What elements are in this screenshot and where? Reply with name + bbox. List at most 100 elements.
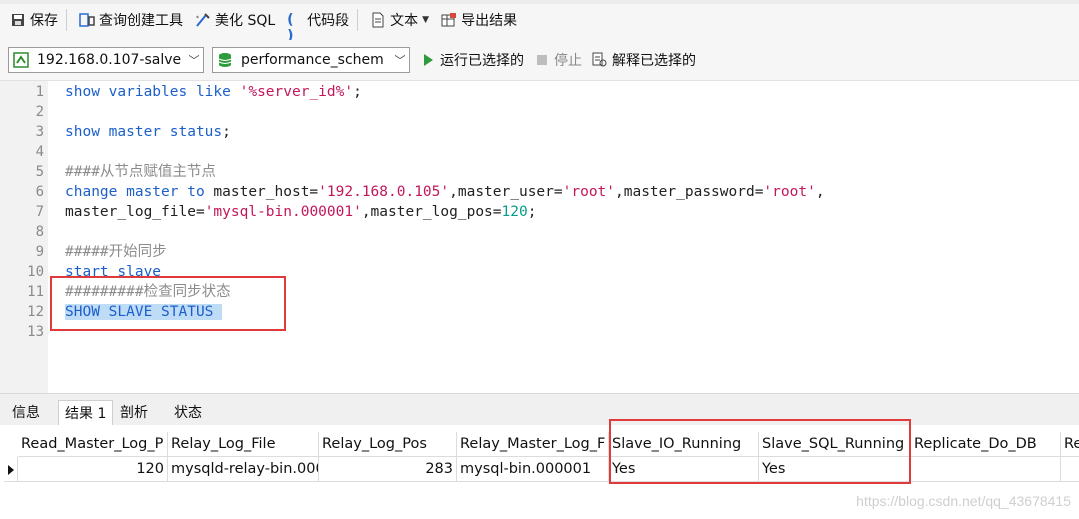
code-line[interactable]: 3 show master status; xyxy=(0,122,1079,142)
line-number: 1 xyxy=(35,84,44,100)
database-icon xyxy=(217,52,233,68)
column-header[interactable]: Re xyxy=(1061,432,1079,457)
column-header[interactable]: Slave_IO_Running xyxy=(609,432,759,457)
code-token: 'mysql-bin.000001' xyxy=(204,204,362,220)
code-token: ; xyxy=(222,124,231,140)
code-token: show master status xyxy=(65,124,223,140)
code-text: master_log_file='mysql-bin.000001',maste… xyxy=(65,202,536,222)
code-line[interactable]: 11 #########检查同步状态 xyxy=(0,282,1079,302)
export-results-label: 导出结果 xyxy=(461,13,518,29)
code-line[interactable]: 6 change master to master_host='192.168.0… xyxy=(0,182,1079,202)
line-number: 13 xyxy=(27,324,44,340)
code-token: SHOW SLAVE STATUS xyxy=(65,304,223,320)
save-button[interactable]: 保存 xyxy=(6,6,62,34)
code-token: show variables like xyxy=(65,84,240,100)
line-number: 3 xyxy=(35,124,44,140)
line-number: 5 xyxy=(35,164,44,180)
column-header[interactable]: Slave_SQL_Running xyxy=(759,432,911,457)
beautify-icon: * xyxy=(195,12,211,28)
toolbar-separator xyxy=(357,9,359,31)
explain-selected-label: 解释已选择的 xyxy=(612,53,696,69)
explain-selected-button[interactable]: 解释已选择的 xyxy=(592,50,696,70)
beautify-sql-label: 美化 SQL xyxy=(215,13,276,29)
chevron-down-icon: ▼ xyxy=(422,15,430,25)
table-cell[interactable] xyxy=(1061,457,1079,482)
toolbar-separator xyxy=(66,9,67,31)
table-cell[interactable]: 283 xyxy=(319,457,457,482)
column-header[interactable]: Replicate_Do_DB xyxy=(911,432,1061,457)
stop-icon xyxy=(534,52,550,68)
explain-icon xyxy=(592,52,608,68)
tab-status[interactable]: 状态 xyxy=(168,400,208,426)
code-line[interactable]: 13 xyxy=(0,322,1079,342)
snippet-icon: ( ) xyxy=(287,12,294,44)
column-header[interactable]: Relay_Log_Pos xyxy=(319,432,457,457)
tab-profile[interactable]: 剖析 xyxy=(114,400,154,426)
code-token: , xyxy=(815,184,825,200)
export-results-button[interactable]: 导出结果 xyxy=(437,6,521,34)
code-token: 'root' xyxy=(763,184,816,200)
line-number: 9 xyxy=(35,244,44,260)
table-cell[interactable]: mysql-bin.000001 xyxy=(457,457,609,482)
column-header[interactable]: Relay_Master_Log_F xyxy=(457,432,609,457)
code-token: '192.168.0.105' xyxy=(318,184,450,200)
code-text: start slave xyxy=(65,262,161,282)
export-grid-icon xyxy=(441,12,457,28)
column-header[interactable]: Read_Master_Log_P xyxy=(18,432,168,457)
connection-icon xyxy=(13,52,29,68)
code-token: 120 xyxy=(501,204,528,220)
sql-editor[interactable]: 1 show variables like '%server_id%'; 2 3 sho… xyxy=(0,81,1079,393)
snippet-button[interactable]: ( ) 代码段 xyxy=(283,6,353,44)
document-icon xyxy=(370,12,386,28)
tab-result-1[interactable]: 结果 1 xyxy=(58,400,114,426)
database-select[interactable]: performance_schem ﹀ xyxy=(212,47,410,73)
table-cell[interactable]: Yes xyxy=(759,457,911,482)
code-line[interactable]: 9 #####开始同步 xyxy=(0,242,1079,262)
save-label: 保存 xyxy=(30,13,58,29)
query-builder-button[interactable]: 查询创建工具 xyxy=(75,6,187,34)
beautify-sql-button[interactable]: * 美化 SQL xyxy=(191,6,279,34)
code-line[interactable]: 5 ####从节点赋值主节点 xyxy=(0,162,1079,182)
code-token: master_host= xyxy=(213,184,319,200)
grid-header-row: Read_Master_Log_P Relay_Log_File Relay_L… xyxy=(0,432,1079,457)
play-icon xyxy=(420,52,436,68)
connection-toolbar: 192.168.0.107-salve ﹀ performance_schem … xyxy=(0,40,1079,81)
save-icon xyxy=(10,12,26,28)
tab-info[interactable]: 信息 xyxy=(6,400,46,426)
top-divider xyxy=(0,0,1079,4)
code-line[interactable]: 1 show variables like '%server_id%'; xyxy=(0,82,1079,102)
stop-button[interactable]: 停止 xyxy=(534,50,582,70)
run-selected-button[interactable]: 运行已选择的 xyxy=(420,50,524,70)
snippet-label: 代码段 xyxy=(307,13,350,29)
text-menu-label: 文本 xyxy=(390,13,419,29)
line-number: 11 xyxy=(27,284,44,300)
code-token: ; xyxy=(353,84,362,100)
code-line[interactable]: 10 start slave xyxy=(0,262,1079,282)
table-cell[interactable]: mysqld-relay-bin.000 xyxy=(168,457,319,482)
table-cell[interactable] xyxy=(911,457,1061,482)
code-line[interactable]: 12 SHOW SLAVE STATUS xyxy=(0,302,1079,322)
row-selector[interactable] xyxy=(4,457,18,482)
code-token: ,master_user= xyxy=(449,184,563,200)
code-line[interactable]: 2 xyxy=(0,102,1079,122)
code-text: SHOW SLAVE STATUS xyxy=(65,302,223,322)
table-row[interactable]: 120 mysqld-relay-bin.000 283 mysql-bin.0… xyxy=(0,457,1079,482)
run-selected-label: 运行已选择的 xyxy=(440,53,524,69)
code-token: #####开始同步 xyxy=(65,244,167,260)
table-cell[interactable]: Yes xyxy=(609,457,759,482)
code-token: ,master_log_pos= xyxy=(361,204,502,220)
column-header[interactable]: Relay_Log_File xyxy=(168,432,319,457)
table-cell[interactable]: 120 xyxy=(18,457,168,482)
code-line[interactable]: 7 master_log_file='mysql-bin.000001',mast… xyxy=(0,202,1079,222)
line-number: 8 xyxy=(35,224,44,240)
current-row-icon xyxy=(8,465,14,475)
code-line[interactable]: 4 xyxy=(0,142,1079,162)
code-text: change master to master_host='192.168.0.… xyxy=(65,182,825,202)
code-text: #########检查同步状态 xyxy=(65,282,231,302)
code-text: show variables like '%server_id%'; xyxy=(65,82,362,102)
code-line[interactable]: 8 xyxy=(0,222,1079,242)
main-toolbar: 保存 查询创建工具 * 美化 SQL ( ) 代码段 文本 ▼ 导出结果 xyxy=(0,0,1079,44)
text-menu-button[interactable]: 文本 ▼ xyxy=(366,6,433,34)
code-token: ,master_password= xyxy=(615,184,764,200)
server-select[interactable]: 192.168.0.107-salve ﹀ xyxy=(8,47,204,73)
